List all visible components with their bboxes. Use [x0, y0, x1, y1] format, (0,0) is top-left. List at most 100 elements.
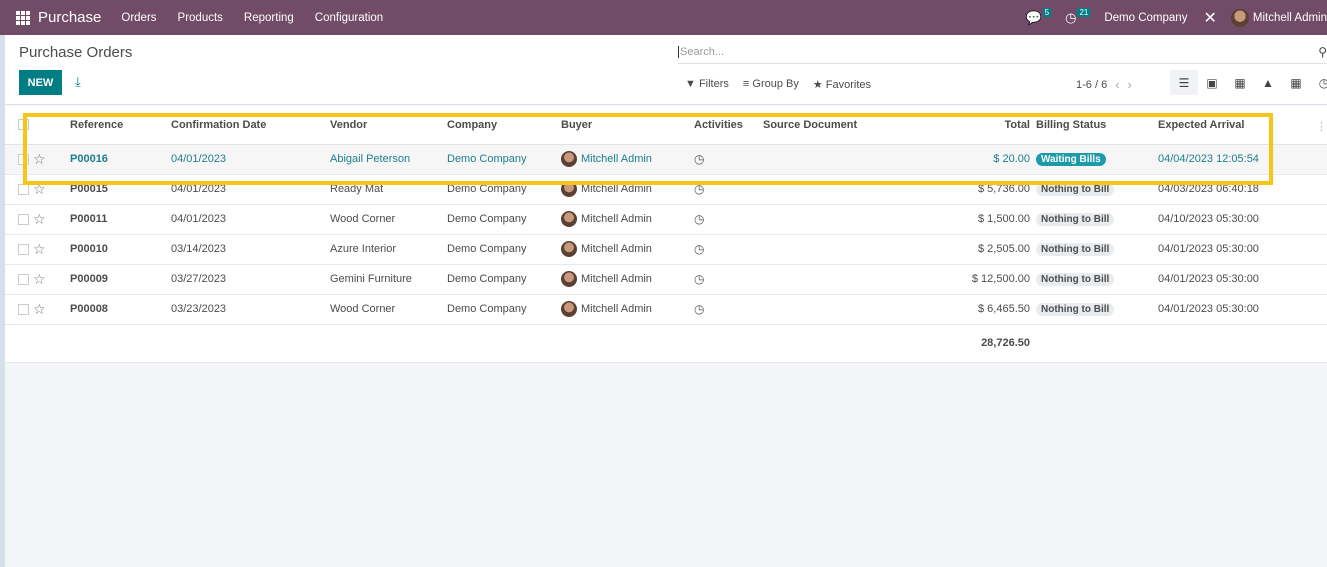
- pivot-icon: ▦: [1234, 75, 1246, 90]
- table-row[interactable]: ☆ P00009 03/27/2023 Gemini Furniture Dem…: [5, 264, 1327, 295]
- cell-company: Demo Company: [447, 294, 561, 325]
- cell-confirmation-date: 04/01/2023: [171, 174, 330, 205]
- company-switcher[interactable]: Demo Company: [1104, 12, 1187, 24]
- menu-orders[interactable]: Orders: [121, 12, 156, 24]
- new-button[interactable]: NEW: [19, 70, 62, 95]
- priority-star-icon[interactable]: ☆: [33, 301, 46, 317]
- cell-source-document: [763, 294, 893, 325]
- table-row[interactable]: ☆ P00015 04/01/2023 Ready Mat Demo Compa…: [5, 174, 1327, 205]
- row-checkbox[interactable]: [18, 153, 29, 165]
- cell-confirmation-date: 04/01/2023: [171, 144, 330, 175]
- cell-confirmation-date: 03/23/2023: [171, 294, 330, 325]
- app-name[interactable]: Purchase: [38, 9, 101, 26]
- col-buyer[interactable]: Buyer: [561, 106, 694, 145]
- table-row[interactable]: ☆ P00011 04/01/2023 Wood Corner Demo Com…: [5, 204, 1327, 235]
- priority-star-icon[interactable]: ☆: [33, 241, 46, 257]
- activity-clock-icon[interactable]: ◷: [694, 272, 704, 286]
- cell-reference: P00010: [70, 234, 171, 265]
- filters-button[interactable]: ▼ Filters: [685, 78, 729, 91]
- activity-clock-icon[interactable]: ◷: [694, 182, 704, 196]
- clock-icon: ◷: [1065, 9, 1077, 25]
- col-expected-arrival[interactable]: Expected Arrival: [1158, 106, 1327, 145]
- col-vendor[interactable]: Vendor: [330, 106, 447, 145]
- col-billing-status[interactable]: Billing Status: [1036, 106, 1158, 145]
- pivot-view-button[interactable]: ▦: [1226, 70, 1254, 95]
- calendar-view-button[interactable]: ▦: [1282, 70, 1310, 95]
- billing-status-badge: Nothing to Bill: [1036, 242, 1115, 256]
- activities-button[interactable]: ◷ 21: [1065, 8, 1091, 26]
- download-icon[interactable]: ⤓: [75, 74, 81, 90]
- cell-total: $ 1,500.00: [893, 204, 1036, 235]
- cell-vendor: Azure Interior: [330, 234, 447, 265]
- optional-columns-toggle[interactable]: ⋮: [1316, 120, 1327, 133]
- col-source-document[interactable]: Source Document: [763, 106, 893, 145]
- pager-next-icon[interactable]: ›: [1128, 77, 1132, 92]
- kanban-view-button[interactable]: ▣: [1198, 70, 1226, 95]
- activity-clock-icon[interactable]: ◷: [694, 212, 704, 226]
- table-row[interactable]: ☆ P00008 03/23/2023 Wood Corner Demo Com…: [5, 294, 1327, 325]
- pager-value[interactable]: 1-6 / 6: [1076, 79, 1107, 91]
- cell-confirmation-date: 03/14/2023: [171, 234, 330, 265]
- list-view-button[interactable]: ☰: [1170, 70, 1198, 95]
- row-checkbox[interactable]: [18, 183, 29, 195]
- activity-clock-icon[interactable]: ◷: [694, 152, 704, 166]
- menu-products[interactable]: Products: [178, 12, 223, 24]
- buyer-avatar: [561, 181, 577, 197]
- table-row[interactable]: ☆ P00010 03/14/2023 Azure Interior Demo …: [5, 234, 1327, 265]
- cell-buyer: Mitchell Admin: [581, 183, 652, 195]
- cell-total: $ 20.00: [893, 144, 1036, 175]
- priority-star-icon[interactable]: ☆: [33, 151, 46, 167]
- messages-button[interactable]: 💬 5: [1025, 8, 1052, 26]
- col-total[interactable]: Total: [893, 106, 1036, 145]
- priority-star-icon[interactable]: ☆: [33, 271, 46, 287]
- favorites-button[interactable]: ★ Favorites: [813, 78, 871, 91]
- priority-star-icon[interactable]: ☆: [33, 181, 46, 197]
- table-row[interactable]: ☆ P00016 04/01/2023 Abigail Peterson Dem…: [5, 144, 1327, 175]
- col-confirmation-date[interactable]: Confirmation Date: [171, 106, 330, 145]
- cell-company: Demo Company: [447, 234, 561, 265]
- cell-buyer: Mitchell Admin: [581, 213, 652, 225]
- graph-view-button[interactable]: ▲: [1254, 70, 1282, 95]
- groupby-button[interactable]: ≡ Group By: [743, 78, 799, 91]
- pager-previous-icon[interactable]: ‹: [1115, 77, 1119, 92]
- apps-menu-icon[interactable]: [16, 10, 30, 25]
- cell-buyer: Mitchell Admin: [581, 153, 652, 165]
- cell-reference: P00011: [70, 204, 171, 235]
- page-title: Purchase Orders: [19, 44, 133, 61]
- row-checkbox[interactable]: [18, 303, 29, 315]
- search-input[interactable]: [678, 45, 1308, 58]
- kanban-icon: ▣: [1206, 75, 1218, 90]
- activities-badge: 21: [1077, 8, 1091, 17]
- cell-vendor: Ready Mat: [330, 174, 447, 205]
- menu-configuration[interactable]: Configuration: [315, 12, 383, 24]
- cell-buyer: Mitchell Admin: [581, 273, 652, 285]
- activity-view-button[interactable]: ◷: [1310, 70, 1327, 95]
- select-all-checkbox[interactable]: [18, 119, 29, 131]
- debug-tools-icon[interactable]: ✕: [1203, 8, 1216, 28]
- col-reference[interactable]: Reference: [70, 106, 171, 145]
- row-checkbox[interactable]: [18, 213, 29, 225]
- buyer-avatar: [561, 271, 577, 287]
- cell-expected-arrival: 04/04/2023 12:05:54: [1158, 144, 1327, 175]
- col-activities[interactable]: Activities: [694, 106, 763, 145]
- row-checkbox[interactable]: [18, 243, 29, 255]
- row-checkbox[interactable]: [18, 273, 29, 285]
- top-navbar: Purchase Orders Products Reporting Confi…: [0, 0, 1327, 35]
- user-avatar[interactable]: [1230, 8, 1249, 27]
- search-bar: ⚲: [678, 40, 1327, 64]
- user-menu[interactable]: Mitchell Admin: [1253, 12, 1327, 24]
- cell-reference: P00008: [70, 294, 171, 325]
- cell-company: Demo Company: [447, 264, 561, 295]
- buyer-avatar: [561, 301, 577, 317]
- cell-vendor: Wood Corner: [330, 204, 447, 235]
- priority-star-icon[interactable]: ☆: [33, 211, 46, 227]
- buyer-avatar: [561, 151, 577, 167]
- activity-clock-icon[interactable]: ◷: [694, 302, 704, 316]
- menu-reporting[interactable]: Reporting: [244, 12, 294, 24]
- search-icon[interactable]: ⚲: [1318, 45, 1327, 59]
- cell-source-document: [763, 204, 893, 235]
- table-header-row: Reference Confirmation Date Vendor Compa…: [5, 106, 1327, 145]
- cell-total: $ 2,505.00: [893, 234, 1036, 265]
- activity-clock-icon[interactable]: ◷: [694, 242, 704, 256]
- col-company[interactable]: Company: [447, 106, 561, 145]
